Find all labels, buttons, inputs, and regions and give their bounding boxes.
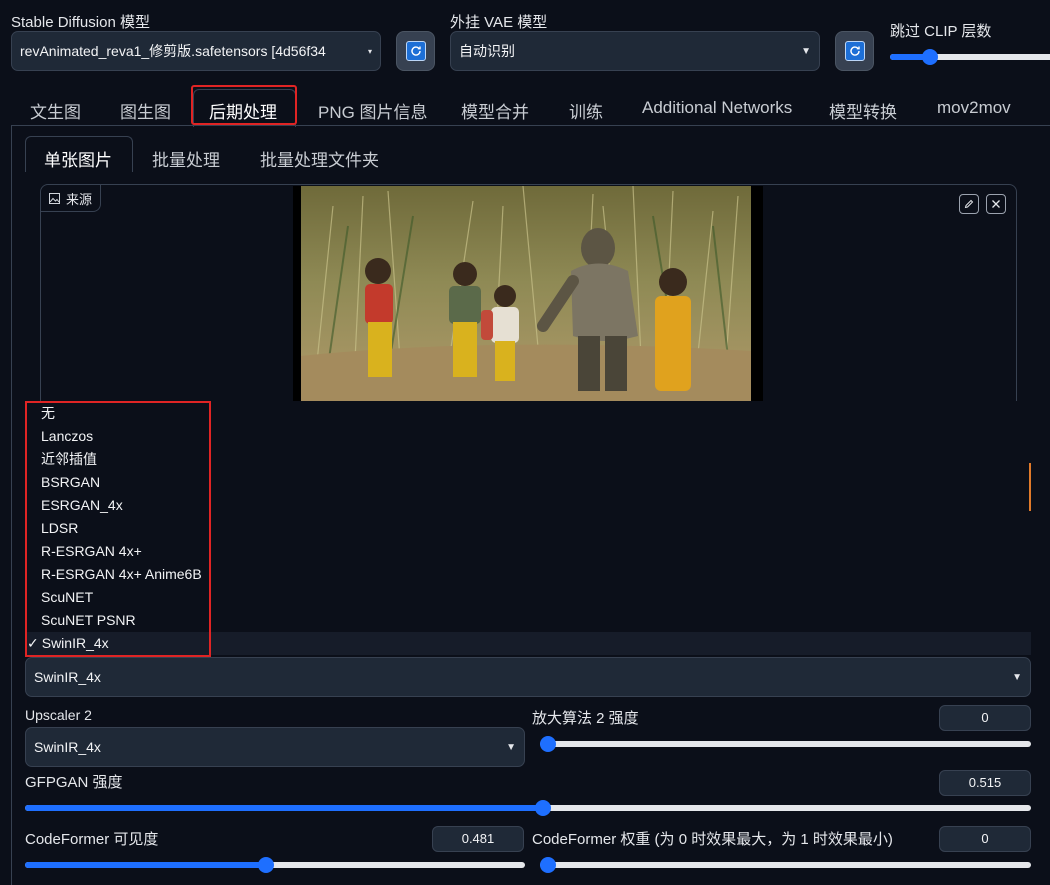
source-label: 来源 bbox=[66, 191, 93, 207]
sd-model-label: Stable Diffusion 模型 bbox=[11, 14, 150, 31]
edit-image-button[interactable] bbox=[959, 194, 979, 214]
upscaler2-label: Upscaler 2 bbox=[25, 707, 92, 723]
tab-additional-networks[interactable]: Additional Networks bbox=[642, 98, 792, 118]
codeformer-visibility-label: CodeFormer 可见度 bbox=[25, 831, 159, 848]
highlight-box-upscaler-options bbox=[25, 401, 211, 657]
codeformer-visibility-input[interactable]: 0.481 bbox=[432, 826, 524, 852]
clip-skip-slider[interactable] bbox=[890, 49, 1050, 65]
tab-checkpoint-merger[interactable]: 模型合并 bbox=[461, 98, 529, 123]
tab-model-converter[interactable]: 模型转换 bbox=[829, 98, 897, 123]
chevron-down-icon: ▼ bbox=[801, 45, 811, 57]
source-image-picture bbox=[301, 185, 751, 402]
vae-value: 自动识别 bbox=[459, 43, 515, 59]
sd-model-refresh-button[interactable] bbox=[396, 31, 435, 71]
upscaler2-strength-slider[interactable] bbox=[540, 736, 1031, 752]
gfpgan-label: GFPGAN 强度 bbox=[25, 774, 123, 791]
sd-model-value: revAnimated_reva1_修剪版.safetensors [4d56f… bbox=[20, 43, 326, 59]
sd-model-select[interactable]: revAnimated_reva1_修剪版.safetensors [4d56f… bbox=[11, 31, 381, 71]
source-label-badge: 来源 bbox=[41, 185, 102, 212]
upscaler2-select[interactable]: SwinIR_4x ▼ bbox=[25, 727, 525, 767]
tab-mov2mov[interactable]: mov2mov bbox=[937, 98, 1011, 118]
tab-txt2img[interactable]: 文生图 bbox=[30, 98, 81, 123]
refresh-icon bbox=[844, 41, 865, 61]
chevron-down-icon: ▼ bbox=[1012, 671, 1022, 683]
scroll-indicator bbox=[1029, 463, 1031, 511]
vae-label: 外挂 VAE 模型 bbox=[450, 14, 548, 31]
highlight-box-extras-tab bbox=[191, 85, 297, 125]
image-icon bbox=[49, 192, 60, 204]
tab-img2img[interactable]: 图生图 bbox=[120, 98, 171, 123]
gfpgan-input[interactable]: 0.515 bbox=[939, 770, 1031, 796]
codeformer-weight-input[interactable]: 0 bbox=[939, 826, 1031, 852]
codeformer-weight-slider[interactable] bbox=[540, 857, 1031, 873]
chevron-down-icon: ▼ bbox=[506, 741, 516, 753]
subtab-batch-folder[interactable]: 批量处理文件夹 bbox=[260, 146, 379, 171]
upscaler2-strength-label: 放大算法 2 强度 bbox=[532, 710, 639, 727]
main-tab-bar: 文生图 图生图 后期处理 PNG 图片信息 模型合并 训练 Additional… bbox=[0, 92, 1050, 126]
codeformer-weight-label: CodeFormer 权重 (为 0 时效果最大，为 1 时效果最小) bbox=[532, 831, 893, 848]
subtab-batch-process[interactable]: 批量处理 bbox=[152, 146, 220, 171]
source-image[interactable] bbox=[293, 185, 763, 402]
vae-refresh-button[interactable] bbox=[835, 31, 874, 71]
codeformer-visibility-slider[interactable] bbox=[25, 857, 525, 873]
pencil-icon bbox=[964, 199, 974, 209]
clear-image-button[interactable] bbox=[986, 194, 1006, 214]
tab-train[interactable]: 训练 bbox=[569, 98, 603, 123]
upscaler1-select[interactable]: SwinIR_4x ▼ bbox=[25, 657, 1031, 697]
gfpgan-slider[interactable] bbox=[25, 800, 1031, 816]
chevron-down-icon: ▾ bbox=[367, 46, 372, 56]
upscaler2-strength-input[interactable]: 0 bbox=[939, 705, 1031, 731]
vae-select[interactable]: 自动识别 ▼ bbox=[450, 31, 820, 71]
upscaler2-value: SwinIR_4x bbox=[34, 739, 101, 755]
clip-skip-label: 跳过 CLIP 层数 bbox=[890, 23, 992, 40]
upscaler1-value: SwinIR_4x bbox=[34, 669, 101, 685]
subtab-single-image[interactable]: 单张图片 bbox=[44, 146, 112, 171]
refresh-icon bbox=[405, 41, 426, 61]
close-icon bbox=[992, 200, 1000, 208]
tab-png-info[interactable]: PNG 图片信息 bbox=[318, 98, 428, 123]
